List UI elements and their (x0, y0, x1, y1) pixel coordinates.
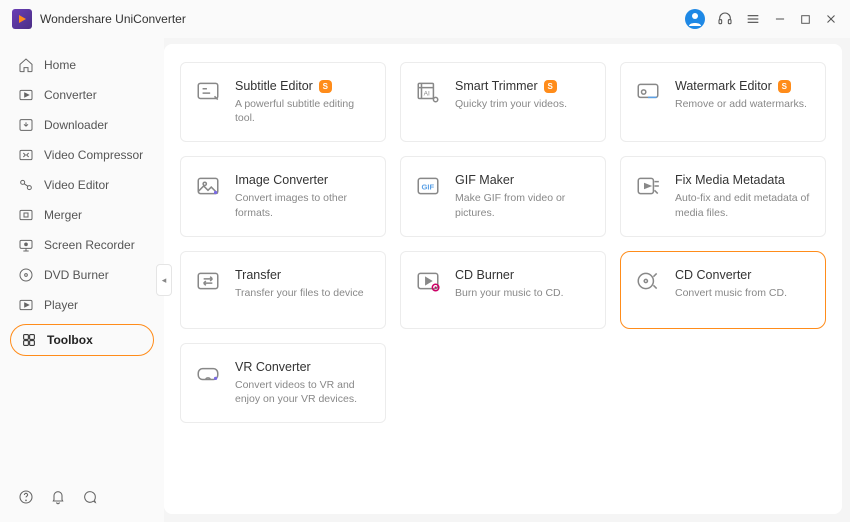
main-content: Subtitle Editor S A powerful subtitle edit… (164, 44, 842, 514)
sidebar-collapse-toggle[interactable]: ◂ (156, 264, 172, 296)
vr-converter-icon (195, 360, 221, 386)
tool-card-subtitle-editor[interactable]: Subtitle Editor S A powerful subtitle edit… (180, 62, 386, 142)
tool-card-transfer[interactable]: Transfer Transfer your files to device (180, 251, 386, 329)
sidebar-item-label: Converter (44, 88, 97, 102)
new-badge: S (778, 80, 791, 93)
sidebar-item-label: Video Compressor (44, 148, 143, 162)
svg-text:GIF: GIF (422, 183, 435, 192)
sidebar-item-merger[interactable]: Merger (0, 200, 164, 230)
tool-title: Fix Media Metadata (675, 173, 785, 187)
sidebar-item-converter[interactable]: Converter (0, 80, 164, 110)
player-icon (18, 297, 34, 313)
sidebar-item-video-compressor[interactable]: Video Compressor (0, 140, 164, 170)
maximize-button[interactable] (799, 13, 812, 26)
dvd-burner-icon (18, 267, 34, 283)
downloader-icon (18, 117, 34, 133)
cd-converter-icon (635, 268, 661, 294)
tool-description: Remove or add watermarks. (675, 97, 811, 111)
app-title: Wondershare UniConverter (40, 12, 685, 26)
tool-description: Convert images to other formats. (235, 191, 371, 219)
sidebar-item-player[interactable]: Player (0, 290, 164, 320)
tool-description: Convert videos to VR and enjoy on your V… (235, 378, 371, 406)
fix-media-metadata-icon (635, 173, 661, 199)
tool-card-image-converter[interactable]: Image Converter Convert images to other f… (180, 156, 386, 236)
user-avatar-icon[interactable] (685, 9, 705, 29)
new-badge: S (544, 80, 557, 93)
home-icon (18, 57, 34, 73)
svg-text:AI: AI (424, 90, 430, 97)
transfer-icon (195, 268, 221, 294)
tool-description: Quicky trim your videos. (455, 97, 591, 111)
sidebar-item-home[interactable]: Home (0, 50, 164, 80)
tool-description: Convert music from CD. (675, 286, 811, 300)
tool-description: Transfer your files to device (235, 286, 371, 300)
screen-recorder-icon (18, 237, 34, 253)
sidebar-item-toolbox[interactable]: Toolbox (10, 324, 154, 356)
tool-title: VR Converter (235, 360, 311, 374)
tool-title: Smart Trimmer (455, 79, 538, 93)
help-icon[interactable] (18, 489, 34, 510)
merger-icon (18, 207, 34, 223)
sidebar-item-label: DVD Burner (44, 268, 109, 282)
sidebar-item-label: Home (44, 58, 76, 72)
toolbox-icon (21, 332, 37, 348)
sidebar-item-video-editor[interactable]: Video Editor (0, 170, 164, 200)
converter-icon (18, 87, 34, 103)
new-badge: S (319, 80, 332, 93)
sidebar-item-label: Toolbox (47, 333, 93, 347)
tool-card-watermark-editor[interactable]: Watermark Editor S Remove or add watermark… (620, 62, 826, 142)
sidebar-item-label: Player (44, 298, 78, 312)
tool-card-smart-trimmer[interactable]: AI Smart Trimmer S Quicky trim your videos. (400, 62, 606, 142)
tool-card-gif-maker[interactable]: GIF GIF Maker Make GIF from video or pictu… (400, 156, 606, 236)
sidebar-item-label: Merger (44, 208, 82, 222)
tool-title: GIF Maker (455, 173, 514, 187)
app-logo (12, 9, 32, 29)
tool-title: Image Converter (235, 173, 328, 187)
sidebar: Home Converter Downloader Video Compressor V… (0, 38, 164, 522)
tool-title: Watermark Editor (675, 79, 772, 93)
sidebar-item-screen-recorder[interactable]: Screen Recorder (0, 230, 164, 260)
sidebar-item-label: Downloader (44, 118, 108, 132)
titlebar: Wondershare UniConverter (0, 0, 850, 38)
sidebar-item-label: Video Editor (44, 178, 109, 192)
tool-title: Subtitle Editor (235, 79, 313, 93)
close-button[interactable] (824, 12, 838, 26)
tool-card-cd-burner[interactable]: CD Burner Burn your music to CD. (400, 251, 606, 329)
sidebar-item-downloader[interactable]: Downloader (0, 110, 164, 140)
tool-description: Make GIF from video or pictures. (455, 191, 591, 219)
menu-icon[interactable] (745, 11, 761, 27)
video-compressor-icon (18, 147, 34, 163)
watermark-editor-icon (635, 79, 661, 105)
minimize-button[interactable] (773, 12, 787, 26)
tool-title: CD Converter (675, 268, 751, 282)
tool-description: A powerful subtitle editing tool. (235, 97, 371, 125)
image-converter-icon (195, 173, 221, 199)
gif-maker-icon: GIF (415, 173, 441, 199)
sidebar-item-label: Screen Recorder (44, 238, 135, 252)
sidebar-item-dvd-burner[interactable]: DVD Burner (0, 260, 164, 290)
tool-card-vr-converter[interactable]: VR Converter Convert videos to VR and enj… (180, 343, 386, 423)
chat-icon[interactable] (82, 489, 98, 510)
video-editor-icon (18, 177, 34, 193)
tool-title: Transfer (235, 268, 281, 282)
tool-title: CD Burner (455, 268, 514, 282)
headset-icon[interactable] (717, 11, 733, 27)
tool-card-cd-converter[interactable]: CD Converter Convert music from CD. (620, 251, 826, 329)
cd-burner-icon (415, 268, 441, 294)
tool-description: Auto-fix and edit metadata of media file… (675, 191, 811, 219)
smart-trimmer-icon: AI (415, 79, 441, 105)
tool-description: Burn your music to CD. (455, 286, 591, 300)
subtitle-editor-icon (195, 79, 221, 105)
tool-card-fix-media-metadata[interactable]: Fix Media Metadata Auto-fix and edit meta… (620, 156, 826, 236)
bell-icon[interactable] (50, 489, 66, 510)
